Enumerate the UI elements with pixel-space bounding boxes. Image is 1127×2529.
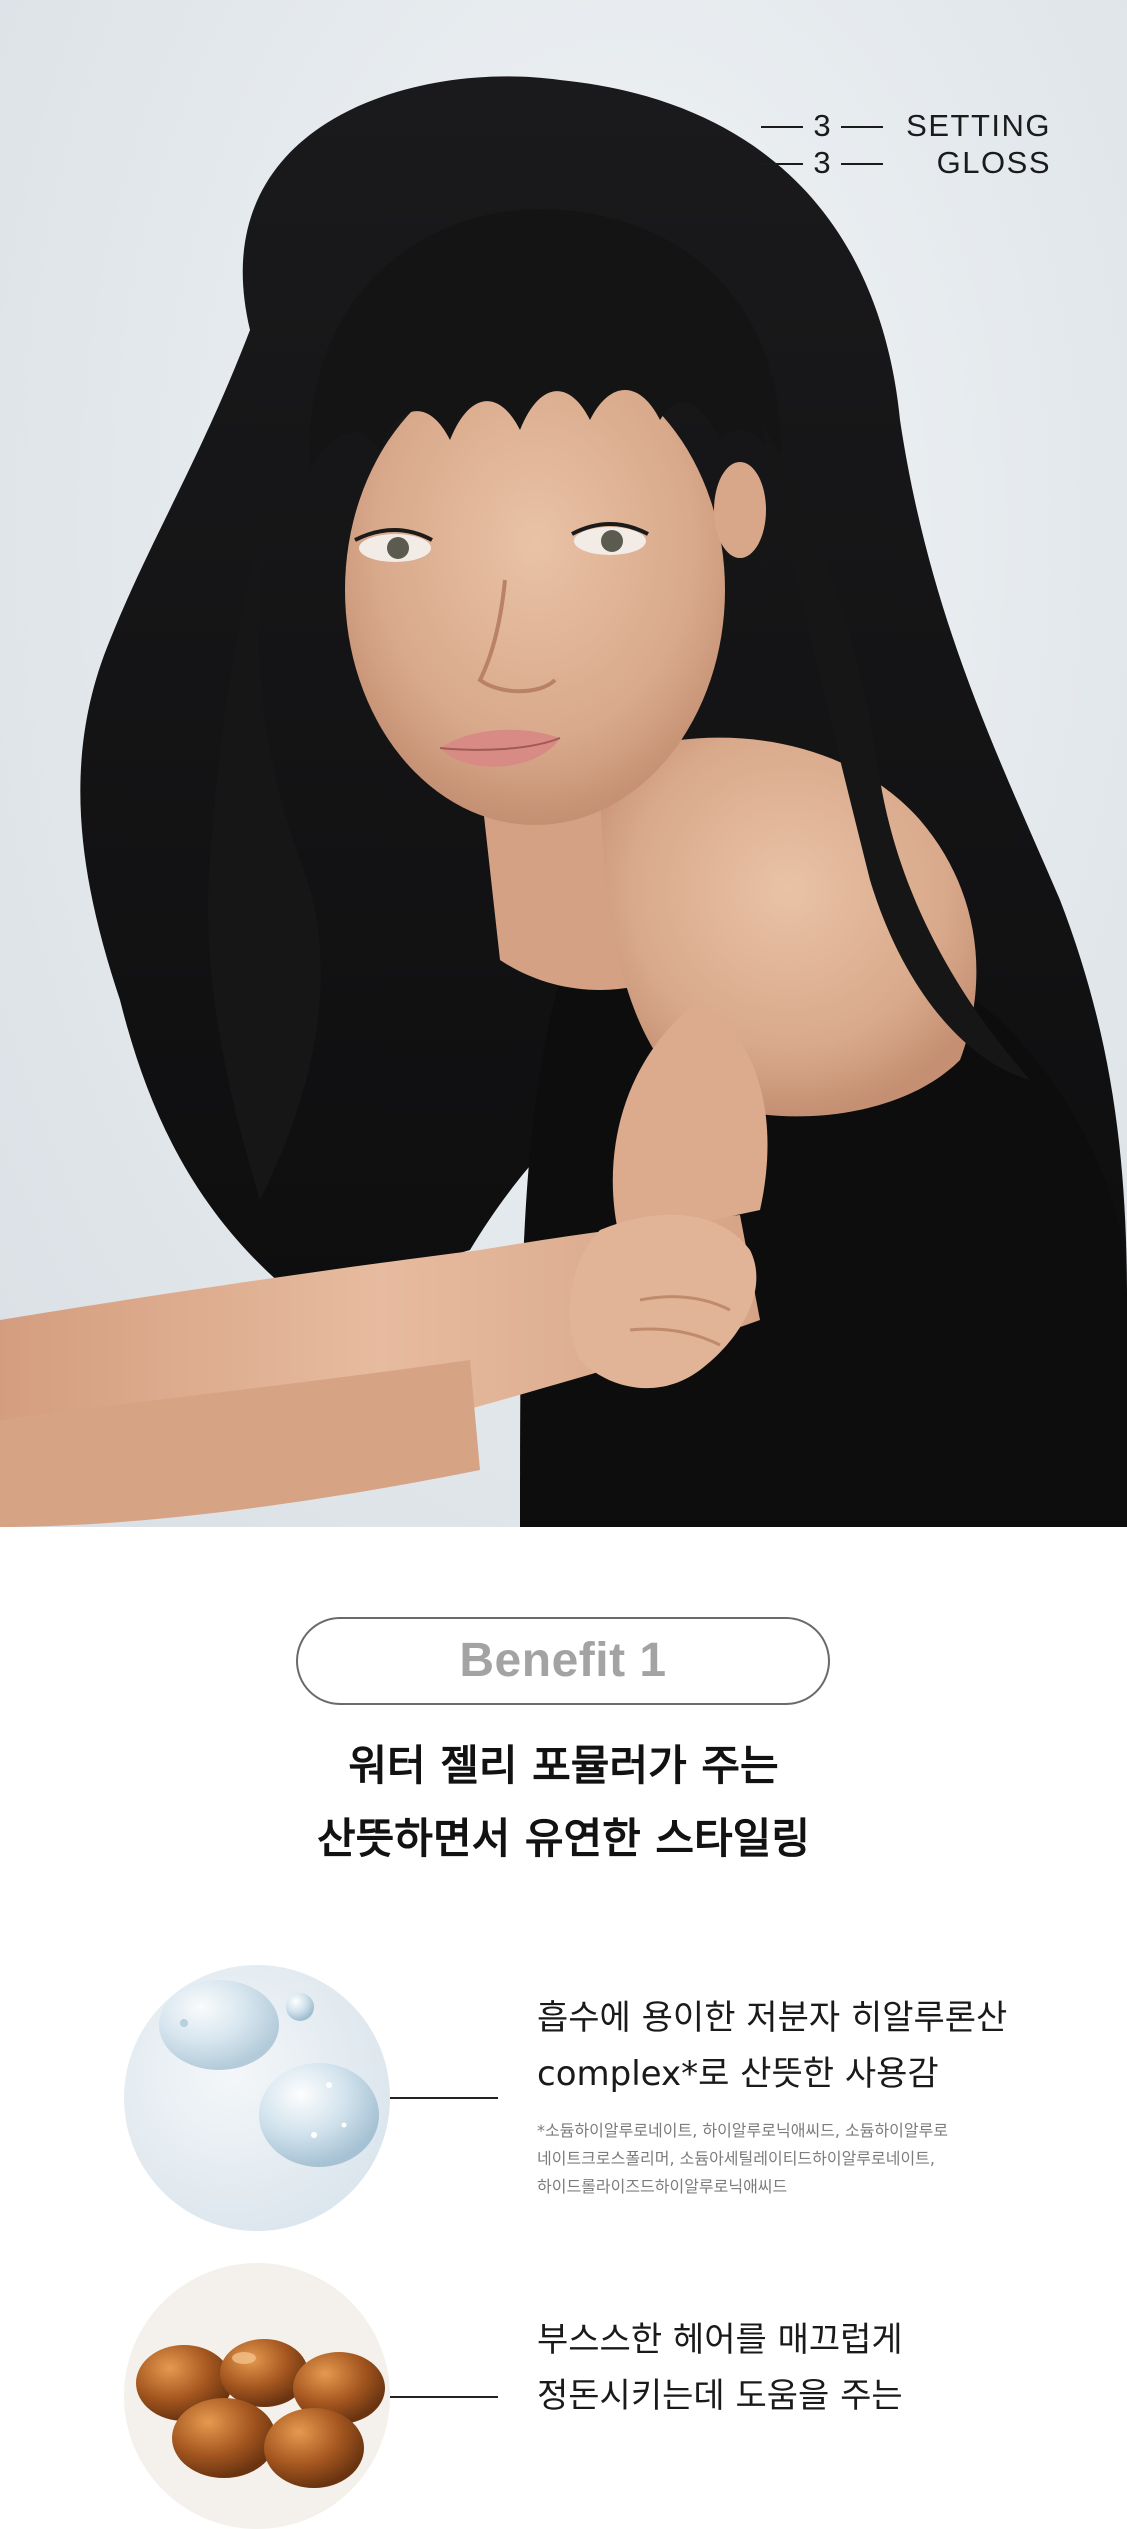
tag-word-setting: SETTING <box>906 108 1051 143</box>
tag-dash-right <box>841 126 883 128</box>
feature-1-line-1: 흡수에 용이한 저분자 히알루론산 <box>537 1998 1008 2038</box>
tag-row-setting: 3 SETTING <box>761 108 1051 144</box>
benefit-title-line-2: 산뜻하면서 유연한 스타일링 <box>317 1814 810 1863</box>
benefit-title-line-1: 워터 젤리 포뮬러가 주는 <box>348 1741 779 1790</box>
tiny-drop-1 <box>180 2019 188 2027</box>
model-illustration <box>0 76 1127 1527</box>
connector-line <box>390 2097 498 2099</box>
feature-2-line-1: 부스스한 헤어를 매끄럽게 <box>537 2320 903 2360</box>
tag-dash-left <box>761 126 803 128</box>
tag-dash-right <box>841 163 883 165</box>
nut-5 <box>264 2408 364 2488</box>
connector-line <box>390 2396 498 2398</box>
tag-number: 3 <box>813 145 831 180</box>
tag-dash-left <box>761 163 803 165</box>
small-drop <box>286 1993 314 2021</box>
corner-drop <box>159 1980 279 2070</box>
feature-1-footnote-1: *소듐하이알루로네이트, 하이알루로닉애씨드, 소듐하이알루로 <box>537 2121 949 2140</box>
feature-1-footnote-2: 네이트크로스폴리머, 소듐아세틸레이티드하이알루로네이트, <box>537 2149 935 2168</box>
large-drop <box>259 2063 379 2167</box>
nut-4 <box>172 2398 276 2478</box>
water-gel-drops-image <box>124 1965 390 2231</box>
right-iris <box>601 530 623 552</box>
tiny-drop-3 <box>311 2132 317 2138</box>
tag-number: 3 <box>813 108 831 143</box>
hero-model-photo: 3 SETTING 3 GLOSS <box>0 0 1127 1527</box>
nut-highlight <box>232 2352 256 2364</box>
tiny-drop-4 <box>341 2122 347 2128</box>
water-drops-illustration <box>124 1965 390 2231</box>
hero-tag: 3 SETTING 3 GLOSS <box>761 108 1051 188</box>
tag-word-gloss: GLOSS <box>936 145 1051 180</box>
feature-1-footnote-3: 하이드롤라이즈드하이알루로닉애씨드 <box>537 2177 788 2196</box>
tag-row-gloss: 3 GLOSS <box>761 145 1051 181</box>
tiny-drop-2 <box>326 2082 332 2088</box>
feature-2-line-2: 정돈시키는데 도움을 주는 <box>537 2376 903 2416</box>
left-iris <box>387 537 409 559</box>
feature-1-line-2: complex*로 산뜻한 사용감 <box>537 2054 939 2094</box>
argan-nuts-image <box>124 2263 390 2529</box>
ear <box>714 462 766 558</box>
benefit-badge: Benefit 1 <box>296 1617 830 1705</box>
argan-nuts-illustration <box>124 2263 390 2529</box>
